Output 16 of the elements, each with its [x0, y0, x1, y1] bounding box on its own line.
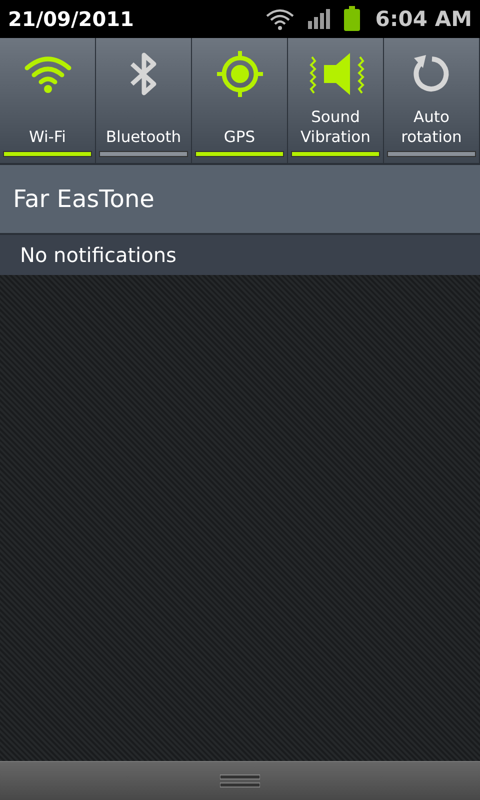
quick-toggle[interactable]: Bluetooth	[96, 38, 192, 163]
target-icon	[216, 50, 264, 98]
quick-toggle[interactable]: Wi-Fi	[0, 38, 96, 163]
quick-toggle[interactable]: GPS	[192, 38, 288, 163]
cell-signal-icon	[307, 8, 332, 30]
date-text: 21/09/2011	[8, 7, 135, 31]
quick-toggle[interactable]: Sound Vibration	[288, 38, 384, 163]
carrier-name: Far EasTone	[13, 185, 154, 213]
grip-icon	[220, 774, 260, 788]
quick-toggle[interactable]: Auto rotation	[384, 38, 480, 163]
clock-text: 6:04 AM	[375, 7, 472, 31]
no-notifications-text: No notifications	[20, 243, 176, 267]
drag-handle[interactable]	[0, 761, 480, 800]
battery-icon	[343, 6, 362, 32]
wifi-signal-icon	[265, 7, 296, 31]
wifi-icon	[24, 55, 72, 93]
